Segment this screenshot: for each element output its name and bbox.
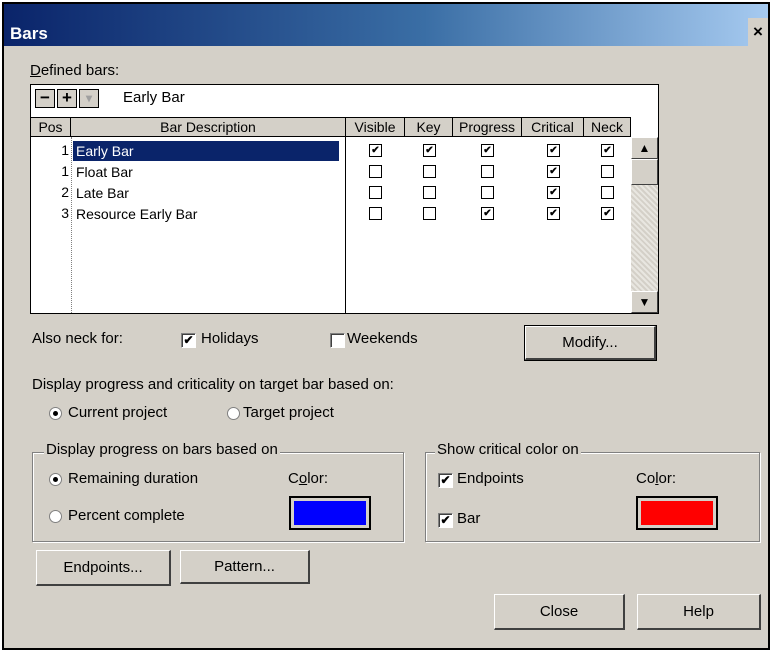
progress-color-picker[interactable] <box>289 496 371 530</box>
bars-scrollbar[interactable]: ▲ ▼ <box>631 137 658 313</box>
remaining-duration-radio[interactable] <box>49 473 62 486</box>
help-button[interactable]: Help <box>637 594 761 630</box>
critical-group-title: Show critical color on <box>435 441 581 458</box>
title-bar: Bars × <box>4 4 768 46</box>
current-project-label: Current project <box>68 404 168 421</box>
remaining-duration-label: Remaining duration <box>68 470 199 487</box>
target-project-label: Target project <box>243 404 334 421</box>
critical-checkbox[interactable]: ✔ <box>547 207 560 220</box>
table-row[interactable]: 3 Resource Early Bar ✔ ✔ ✔ <box>31 204 631 224</box>
endpoints-button[interactable]: Endpoints... <box>36 550 171 586</box>
row-description[interactable]: Late Bar <box>73 183 132 203</box>
visible-checkbox[interactable] <box>369 207 382 220</box>
dropdown-arrow-icon[interactable]: ▾ <box>79 89 99 108</box>
weekends-checkbox[interactable] <box>330 333 345 348</box>
dialog-title: Bars <box>10 24 48 43</box>
row-description[interactable]: Float Bar <box>73 162 136 182</box>
progress-checkbox[interactable]: ✔ <box>481 207 494 220</box>
endpoints-label: Endpoints <box>457 470 524 487</box>
close-button[interactable]: Close <box>494 594 625 630</box>
progress-checkbox[interactable] <box>481 186 494 199</box>
progress-checkbox[interactable] <box>481 165 494 178</box>
neck-checkbox[interactable] <box>601 186 614 199</box>
column-header-critical[interactable]: Critical <box>522 118 584 136</box>
key-checkbox[interactable] <box>423 186 436 199</box>
pattern-button[interactable]: Pattern... <box>180 550 310 584</box>
scroll-thumb[interactable] <box>631 159 658 185</box>
row-pos: 1 <box>61 142 69 158</box>
bar-label: Bar <box>457 510 481 527</box>
row-pos: 3 <box>61 205 69 221</box>
modify-button[interactable]: Modify... <box>524 325 657 361</box>
progress-color-swatch <box>294 501 366 525</box>
column-header-pos[interactable]: Pos <box>31 118 71 136</box>
critical-color-swatch <box>641 501 713 525</box>
weekends-label: Weekends <box>347 330 418 347</box>
row-description[interactable]: Resource Early Bar <box>73 204 200 224</box>
add-bar-button[interactable]: + <box>57 89 77 108</box>
visible-checkbox[interactable]: ✔ <box>369 144 382 157</box>
progress-color-label: Color: <box>288 470 329 487</box>
table-row[interactable]: 2 Late Bar ✔ <box>31 183 631 203</box>
key-checkbox[interactable] <box>423 207 436 220</box>
endpoints-checkbox[interactable]: ✔ <box>438 473 453 488</box>
current-project-radio[interactable] <box>49 407 62 420</box>
bars-dialog: Bars × Defined bars: − + ▾ Early Bar Pos… <box>2 2 770 650</box>
column-header-visible[interactable]: Visible <box>346 118 405 136</box>
target-project-radio[interactable] <box>227 407 240 420</box>
remove-bar-button[interactable]: − <box>35 89 55 108</box>
column-header-key[interactable]: Key <box>405 118 453 136</box>
row-description[interactable]: Early Bar <box>73 141 339 161</box>
critical-color-label: Color: <box>636 470 677 487</box>
table-row[interactable]: 1 Early Bar ✔ ✔ ✔ ✔ ✔ <box>31 141 631 161</box>
key-checkbox[interactable] <box>423 165 436 178</box>
table-row[interactable]: 1 Float Bar ✔ <box>31 162 631 182</box>
percent-complete-radio[interactable] <box>49 510 62 523</box>
also-neck-label: Also neck for: <box>32 330 123 347</box>
bar-checkbox[interactable]: ✔ <box>438 513 453 528</box>
progress-checkbox[interactable]: ✔ <box>481 144 494 157</box>
column-header-progress[interactable]: Progress <box>453 118 522 136</box>
neck-checkbox[interactable] <box>601 165 614 178</box>
row-pos: 1 <box>61 163 69 179</box>
neck-checkbox[interactable]: ✔ <box>601 144 614 157</box>
critical-checkbox[interactable]: ✔ <box>547 144 560 157</box>
holidays-label: Holidays <box>201 330 259 347</box>
critical-color-picker[interactable] <box>636 496 718 530</box>
visible-checkbox[interactable] <box>369 165 382 178</box>
key-checkbox[interactable]: ✔ <box>423 144 436 157</box>
column-header-description[interactable]: Bar Description <box>71 118 346 136</box>
holidays-checkbox[interactable]: ✔ <box>181 333 196 348</box>
column-header-neck[interactable]: Neck <box>584 118 631 136</box>
critical-checkbox[interactable]: ✔ <box>547 165 560 178</box>
percent-complete-label: Percent complete <box>68 507 185 524</box>
bar-name-input[interactable]: Early Bar <box>123 89 653 109</box>
target-basis-label: Display progress and criticality on targ… <box>32 376 394 393</box>
visible-checkbox[interactable] <box>369 186 382 199</box>
row-pos: 2 <box>61 184 69 200</box>
neck-checkbox[interactable]: ✔ <box>601 207 614 220</box>
defined-bars-label: Defined bars: <box>30 62 120 79</box>
progress-group-title: Display progress on bars based on <box>44 441 280 458</box>
scroll-up-icon[interactable]: ▲ <box>631 137 658 159</box>
critical-checkbox[interactable]: ✔ <box>547 186 560 199</box>
bars-grid-header: Pos Bar Description Visible Key Progress… <box>31 117 631 137</box>
close-icon[interactable]: × <box>748 18 768 46</box>
defined-bars-panel: − + ▾ Early Bar Pos Bar Description Visi… <box>30 84 659 314</box>
scroll-down-icon[interactable]: ▼ <box>631 291 658 313</box>
